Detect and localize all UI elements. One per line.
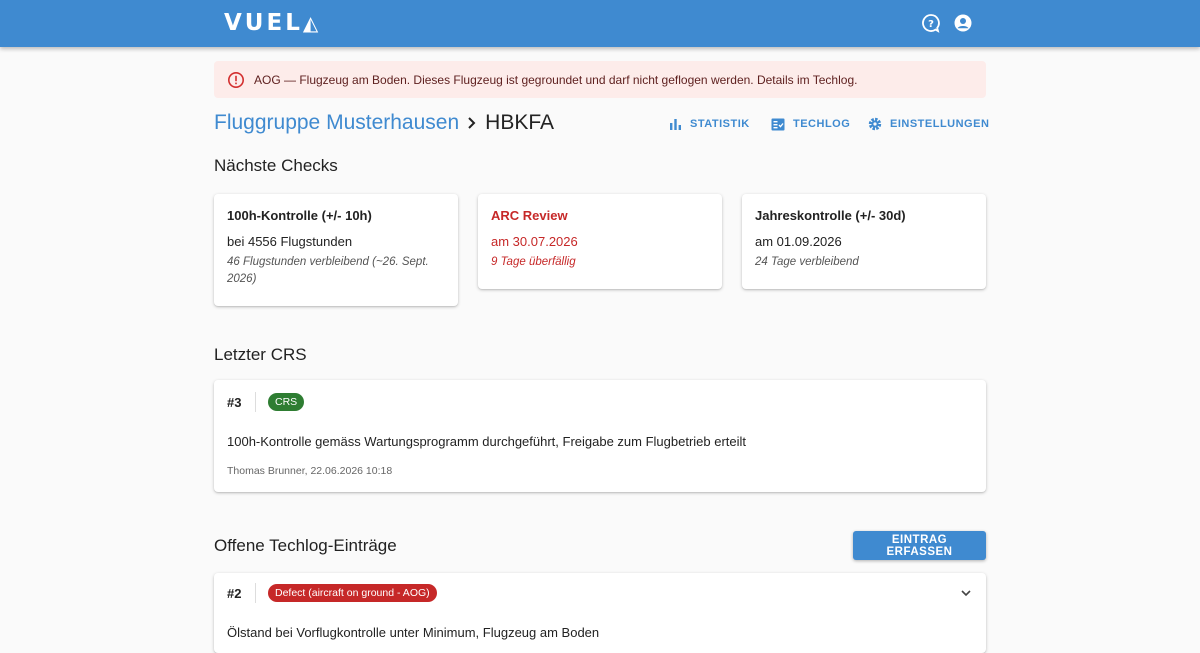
account-icon[interactable] [952, 12, 974, 34]
entry-description: Ölstand bei Vorflugkontrolle unter Minim… [227, 625, 600, 640]
check-due: am 01.09.2026 [755, 234, 842, 249]
breadcrumb-group-link[interactable]: Fluggruppe Musterhausen [214, 111, 459, 135]
divider [255, 583, 256, 603]
crs-meta: Thomas Brunner, 22.06.2026 10:18 [227, 465, 393, 477]
check-overdue: 9 Tage überfällig [491, 256, 576, 268]
chevron-down-icon[interactable] [959, 586, 973, 600]
check-card-100h: 100h-Kontrolle (+/- 10h) bei 4556 Flugst… [214, 194, 458, 306]
crs-chip: CRS [268, 393, 305, 411]
statistik-button[interactable]: STATISTIK [669, 114, 750, 134]
divider [255, 392, 256, 412]
check-due: am 30.07.2026 [491, 234, 578, 249]
techlog-entry-header: #2 Defect (aircraft on ground - AOG) [227, 583, 973, 603]
breadcrumb: Fluggruppe Musterhausen HBKFA [214, 111, 554, 135]
check-card-jahreskontrolle: Jahreskontrolle (+/- 30d) am 01.09.2026 … [742, 194, 986, 289]
techlog-section-title: Offene Techlog-Einträge [214, 536, 397, 555]
check-title: ARC Review [491, 208, 568, 223]
crs-number: #3 [227, 394, 242, 410]
aog-alert: AOG — Flugzeug am Boden. Dieses Flugzeug… [214, 61, 986, 98]
page-title: HBKFA [485, 111, 555, 134]
app-logo[interactable]: VUEL◭ [224, 10, 318, 36]
check-remaining: 24 Tage verbleibend [755, 256, 859, 268]
gear-icon [868, 117, 882, 131]
entry-number: #2 [227, 585, 242, 601]
check-remaining: 46 Flugstunden verbleibend (~26. Sept. 2… [227, 256, 429, 285]
checks-section-title: Nächste Checks [214, 156, 338, 175]
alert-text: AOG — Flugzeug am Boden. Dieses Flugzeug… [254, 72, 858, 87]
check-due: bei 4556 Flugstunden [227, 234, 353, 249]
crs-header: #3 CRS [227, 392, 973, 412]
checklist-icon [771, 118, 785, 130]
help-icon[interactable]: ? [920, 12, 942, 34]
techlog-entry-card[interactable]: #2 Defect (aircraft on ground - AOG) Öls… [214, 573, 986, 653]
crs-card: #3 CRS 100h-Kontrolle gemäss Wartungspro… [214, 380, 986, 492]
crs-description: 100h-Kontrolle gemäss Wartungsprogramm d… [227, 434, 747, 449]
check-title: Jahreskontrolle (+/- 30d) [755, 208, 906, 223]
check-card-arc-review: ARC Review am 30.07.2026 9 Tage überfäll… [478, 194, 722, 289]
error-icon [227, 71, 245, 89]
bar-chart-icon [670, 118, 681, 130]
einstellungen-button[interactable]: EINSTELLUNGEN [868, 114, 989, 134]
chevron-right-icon [465, 116, 479, 130]
techlog-button[interactable]: TECHLOG [771, 114, 850, 134]
svg-text:?: ? [928, 19, 934, 30]
aog-chip: Defect (aircraft on ground - AOG) [268, 584, 437, 602]
add-entry-button[interactable]: EINTRAG ERFASSEN [853, 531, 986, 560]
app-bar: VUEL◭ ? [0, 0, 1200, 47]
check-title: 100h-Kontrolle (+/- 10h) [227, 208, 372, 223]
crs-section-title: Letzter CRS [214, 345, 307, 364]
